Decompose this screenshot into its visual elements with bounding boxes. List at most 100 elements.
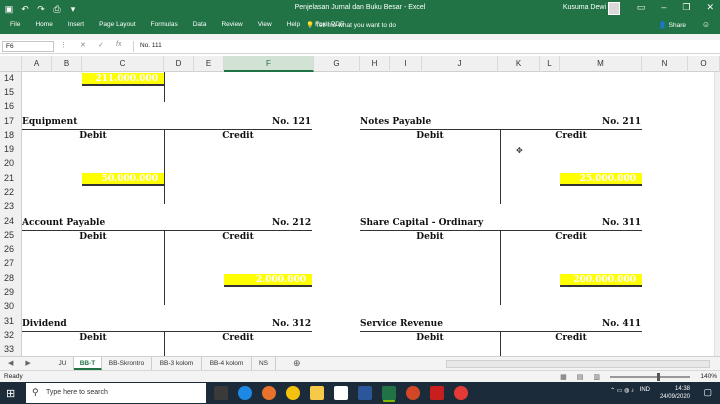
row-header[interactable]: 22 (0, 186, 21, 198)
edge-icon[interactable] (238, 386, 252, 400)
column-header-a[interactable]: A (22, 56, 52, 72)
pdf-reader-icon[interactable] (430, 386, 444, 400)
column-header-g[interactable]: G (314, 56, 360, 72)
sheet-tab-ns[interactable]: NS (252, 357, 276, 370)
minimize-icon[interactable]: – (661, 2, 666, 13)
close-icon[interactable]: ✕ (706, 2, 714, 13)
row-header[interactable]: 25 (0, 229, 21, 241)
notification-icon[interactable]: ▢ (703, 387, 712, 398)
share-button[interactable]: 👤 Share (659, 21, 686, 29)
zoom-slider-handle[interactable] (657, 373, 660, 381)
zoom-slider[interactable] (610, 376, 690, 378)
cell-area[interactable]: 211.000.000 Equipment No. 121 Debit Cred… (22, 72, 714, 356)
user-name[interactable]: Kusuma Dewi (563, 4, 606, 11)
windows-start-icon[interactable]: ⊞ (6, 387, 15, 400)
page-layout-view-icon[interactable]: ▤ (577, 373, 584, 381)
column-header-f[interactable]: F (224, 56, 314, 72)
zoom-level[interactable]: 140% (700, 373, 717, 380)
column-header-o[interactable]: O (688, 56, 720, 72)
ribbon-display-icon[interactable]: ▭ (637, 2, 646, 13)
column-header-m[interactable]: M (560, 56, 642, 72)
system-tray-icons[interactable]: ⌃ ▭ ◍ ♪ (610, 387, 634, 394)
equipment-debit-cell[interactable]: 50.000.000 (82, 173, 164, 186)
column-header-b[interactable]: B (52, 56, 82, 72)
row-header[interactable]: 29 (0, 286, 21, 298)
name-box[interactable]: F6 (2, 41, 54, 52)
excel-icon[interactable] (382, 386, 396, 400)
worksheet-grid[interactable]: A B C D E F G H I J K L M N O 14 15 16 1… (0, 56, 720, 356)
horizontal-scrollbar[interactable] (446, 360, 710, 368)
row-header[interactable]: 16 (0, 100, 21, 112)
sheet-tab-bb-4-kolom[interactable]: BB-4 kolom (202, 357, 252, 370)
select-all-corner[interactable] (0, 56, 22, 72)
sheet-prev-icon[interactable]: ◀ (8, 359, 13, 367)
sheet-tab-bb-t[interactable]: BB-T (74, 357, 102, 370)
tab-data[interactable]: Data (193, 21, 207, 28)
store-icon[interactable] (334, 386, 348, 400)
row-header[interactable]: 32 (0, 329, 21, 341)
row-header[interactable]: 17 (0, 115, 21, 127)
chrome-icon[interactable] (286, 386, 300, 400)
row-header[interactable]: 23 (0, 200, 21, 212)
row-header[interactable]: 28 (0, 272, 21, 284)
column-header-d[interactable]: D (164, 56, 194, 72)
normal-view-icon[interactable]: ▦ (560, 373, 567, 381)
share-capital-credit-cell[interactable]: 200.000.000 (560, 274, 642, 287)
page-break-view-icon[interactable]: ▥ (593, 373, 600, 381)
recorder-icon[interactable] (454, 386, 468, 400)
enter-icon[interactable]: ✓ (98, 41, 104, 49)
column-header-i[interactable]: I (390, 56, 422, 72)
word-icon[interactable] (358, 386, 372, 400)
namebox-dropdown-icon[interactable]: ⋮ (60, 41, 67, 49)
row-header[interactable]: 30 (0, 300, 21, 312)
row-header[interactable]: 27 (0, 257, 21, 269)
maximize-icon[interactable]: ❐ (682, 2, 690, 13)
sheet-tab-bb-skrontro[interactable]: BB-Skrontro (102, 357, 152, 370)
row-header[interactable]: 14 (0, 72, 21, 84)
tab-file[interactable]: File (10, 21, 20, 28)
total-value-cell[interactable]: 211.000.000 (82, 73, 164, 86)
taskbar-search-box[interactable]: ⚲ Type here to search (26, 383, 206, 403)
firefox-icon[interactable] (262, 386, 276, 400)
add-sheet-icon[interactable]: ⊕ (293, 358, 301, 369)
powerpoint-icon[interactable] (406, 386, 420, 400)
account-payable-credit-cell[interactable]: 2.000.000 (224, 274, 312, 287)
row-header[interactable]: 19 (0, 143, 21, 155)
tab-help[interactable]: Help (287, 21, 300, 28)
row-header[interactable]: 15 (0, 86, 21, 98)
tab-page-layout[interactable]: Page Layout (99, 21, 136, 28)
sheet-tab-bb-3-kolom[interactable]: BB-3 kolom (152, 357, 202, 370)
column-header-l[interactable]: L (540, 56, 560, 72)
avatar[interactable] (608, 2, 620, 15)
row-header[interactable]: 20 (0, 157, 21, 169)
row-header[interactable]: 18 (0, 129, 21, 141)
row-header[interactable]: 24 (0, 215, 21, 227)
row-header[interactable]: 21 (0, 172, 21, 184)
insert-function-icon[interactable]: fx (116, 41, 121, 48)
notes-payable-credit-cell[interactable]: 25.000.000 (560, 173, 642, 186)
tab-review[interactable]: Review (221, 21, 242, 28)
sheet-tab-ju[interactable]: JU (52, 357, 74, 370)
tab-home[interactable]: Home (35, 21, 52, 28)
column-header-h[interactable]: H (360, 56, 390, 72)
tab-insert[interactable]: Insert (68, 21, 84, 28)
column-header-e[interactable]: E (194, 56, 224, 72)
cancel-icon[interactable]: ✕ (80, 41, 86, 49)
tab-formulas[interactable]: Formulas (151, 21, 178, 28)
formula-input[interactable]: No. 111 (133, 41, 713, 52)
tell-me-box[interactable]: 💡 Tell me what you want to do (306, 21, 396, 29)
language-indicator[interactable]: IND (640, 387, 650, 393)
task-view-icon[interactable] (214, 386, 228, 400)
row-header[interactable]: 33 (0, 343, 21, 355)
column-header-j[interactable]: J (422, 56, 498, 72)
feedback-icon[interactable]: ☺ (702, 20, 710, 29)
vertical-scrollbar[interactable] (714, 72, 720, 356)
column-header-n[interactable]: N (642, 56, 688, 72)
file-explorer-icon[interactable] (310, 386, 324, 400)
column-header-k[interactable]: K (498, 56, 540, 72)
tab-view[interactable]: View (258, 21, 272, 28)
taskbar-clock[interactable]: 14:38 24/09/2020 (660, 385, 690, 401)
row-header[interactable]: 26 (0, 243, 21, 255)
row-header[interactable]: 31 (0, 315, 21, 327)
sheet-next-icon[interactable]: ▶ (25, 359, 30, 367)
